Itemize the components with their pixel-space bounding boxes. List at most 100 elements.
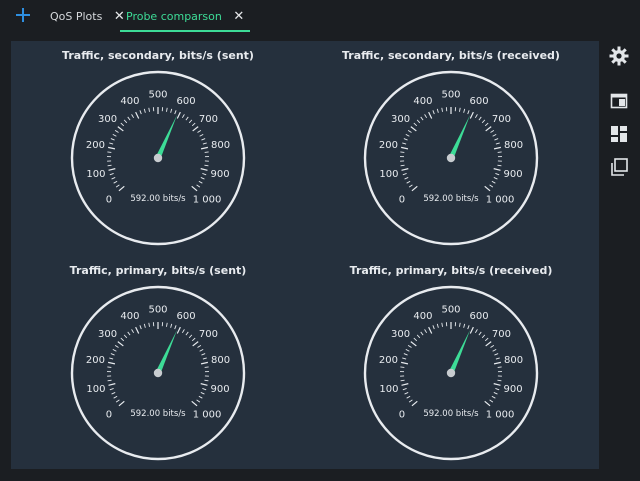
minor-tick [197, 344, 202, 348]
tick-label: 100 [86, 169, 105, 180]
minor-tick [111, 177, 116, 180]
minor-tick [463, 323, 466, 328]
tick-label: 0 [399, 410, 405, 421]
minor-tick [197, 129, 202, 133]
minor-tick [107, 379, 112, 382]
major-tick [118, 400, 125, 407]
minor-tick [131, 329, 135, 334]
tab-probe-comparison[interactable]: Probe comparson ✕ [120, 6, 251, 32]
minor-tick [112, 133, 117, 137]
tick-label: 600 [470, 96, 489, 107]
minor-tick [413, 337, 418, 342]
minor-tick [495, 388, 500, 391]
minor-tick [400, 379, 405, 382]
value-readout: 592.00 bits/s [130, 409, 186, 419]
minor-tick [403, 353, 408, 356]
minor-tick [188, 334, 193, 339]
minor-tick [405, 133, 410, 137]
needle-hub [446, 368, 456, 378]
close-icon[interactable]: ✕ [114, 6, 125, 28]
minor-tick [474, 329, 478, 334]
minor-tick [174, 325, 177, 330]
minor-tick [420, 331, 424, 336]
minor-tick [191, 122, 196, 127]
tick-label: 100 [379, 169, 398, 180]
minor-tick [196, 184, 201, 188]
minor-tick [139, 110, 142, 115]
tick-label: 1 000 [486, 410, 515, 421]
minor-tick [112, 348, 117, 352]
major-tick [428, 111, 433, 119]
needle-hub [446, 153, 456, 163]
tab-qos-plots[interactable]: QoS Plots ✕ [50, 6, 125, 30]
value-readout: 592.00 bits/s [130, 194, 186, 204]
minor-tick [467, 325, 470, 330]
panel-window-button[interactable] [608, 90, 630, 112]
minor-tick [181, 329, 185, 334]
minor-tick [198, 395, 203, 399]
minor-tick [202, 357, 207, 360]
major-tick [192, 126, 199, 132]
major-tick [192, 341, 199, 347]
tick-label: 600 [177, 96, 196, 107]
major-tick [176, 326, 181, 334]
tick-label: 900 [504, 169, 523, 180]
major-tick [401, 383, 409, 386]
minor-tick [400, 164, 405, 167]
tick-label: 100 [379, 384, 398, 395]
copy-window-icon [611, 158, 628, 176]
minor-tick [436, 108, 439, 113]
close-icon[interactable]: ✕ [233, 6, 244, 28]
minor-tick [115, 399, 120, 403]
minor-tick [494, 138, 499, 141]
minor-tick [113, 395, 118, 399]
tick-label: 800 [504, 140, 523, 151]
major-tick [493, 146, 502, 150]
minor-tick [185, 116, 189, 121]
minor-tick [115, 184, 120, 188]
minor-tick [123, 119, 128, 124]
minor-tick [403, 138, 408, 141]
minor-tick [491, 180, 496, 184]
minor-tick [109, 142, 114, 145]
major-tick [117, 341, 124, 347]
major-tick [485, 126, 492, 132]
major-tick [484, 400, 491, 407]
minor-tick [481, 119, 486, 124]
minor-tick [484, 337, 489, 342]
major-tick [200, 361, 209, 365]
gauge-secondary-sent: 0 100 200 300400 500 600700 800 900 1 000 592.00 … [70, 70, 246, 246]
value-readout: 592.00 bits/s [423, 194, 479, 204]
tick-label: 800 [211, 355, 230, 366]
plus-icon [16, 8, 30, 22]
copy-window-button[interactable] [608, 156, 630, 178]
tick-label: 1 000 [486, 195, 515, 206]
settings-button[interactable] [608, 45, 630, 67]
minor-tick [402, 388, 407, 391]
minor-tick [459, 322, 461, 327]
dashboard-layout-button[interactable] [608, 123, 630, 145]
minor-tick [478, 116, 482, 121]
minor-tick [143, 108, 146, 113]
minor-tick [408, 184, 413, 188]
tick-label: 300 [391, 114, 410, 125]
gear-icon [609, 46, 629, 66]
minor-tick [120, 122, 125, 127]
minor-tick [493, 392, 498, 395]
minor-tick [413, 122, 418, 127]
gauge-secondary-received: 0 100 200 300400 500 600700 800 900 1 000 592.00 … [363, 70, 539, 246]
active-tab-indicator [120, 30, 251, 32]
major-tick [493, 361, 502, 365]
major-tick [428, 326, 433, 334]
minor-tick [107, 164, 112, 167]
panel-window-icon [610, 93, 628, 109]
minor-tick [200, 392, 205, 395]
minor-tick [204, 379, 209, 382]
minor-tick [200, 177, 205, 180]
minor-tick [201, 138, 206, 141]
add-tab-button[interactable] [12, 6, 34, 28]
major-tick [410, 126, 417, 132]
dashboard-layout-icon [611, 126, 627, 142]
tab-bar: QoS Plots ✕ Probe comparson ✕ [0, 0, 640, 33]
minor-tick [166, 322, 168, 327]
